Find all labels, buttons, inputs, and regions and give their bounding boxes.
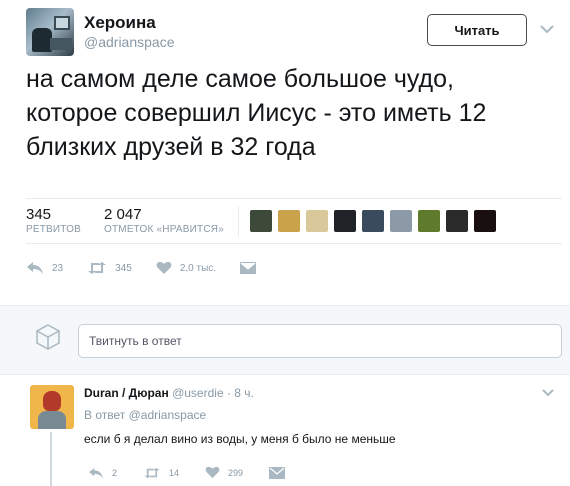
liker-avatar-3[interactable] bbox=[306, 210, 328, 232]
liker-avatar-7[interactable] bbox=[418, 210, 440, 232]
reply-retweet-count: 14 bbox=[169, 467, 180, 478]
retweet-action[interactable]: 14 bbox=[143, 467, 179, 479]
reply-author-name[interactable]: Duran / Дюран bbox=[84, 386, 169, 400]
reply-actions: 2 14 299 bbox=[88, 466, 311, 479]
retweets-count: 345 bbox=[26, 206, 52, 223]
reply-icon bbox=[89, 467, 103, 478]
chevron-down-icon[interactable] bbox=[540, 24, 554, 34]
retweets-stat[interactable]: 345 РЕТВИТОВ bbox=[26, 206, 81, 235]
tweet-actions: 23 345 2,0 тыс. bbox=[26, 258, 280, 278]
heart-icon bbox=[205, 466, 220, 479]
retweet-action[interactable]: 345 bbox=[87, 261, 132, 275]
liker-avatar-2[interactable] bbox=[278, 210, 300, 232]
liker-avatar-5[interactable] bbox=[362, 210, 384, 232]
reply-input[interactable]: Твитнуть в ответ bbox=[78, 324, 562, 358]
reply-tweet: Duran / Дюран @userdie · 8 ч. В ответ @a… bbox=[0, 376, 570, 486]
reply-count: 23 bbox=[52, 262, 64, 274]
envelope-icon bbox=[240, 262, 257, 274]
author-avatar[interactable] bbox=[26, 8, 74, 56]
retweet-icon bbox=[88, 262, 107, 274]
liker-avatar-9[interactable] bbox=[474, 210, 496, 232]
reply-action[interactable]: 2 bbox=[88, 467, 117, 479]
retweet-count: 345 bbox=[115, 262, 132, 274]
divider bbox=[26, 243, 562, 244]
reply-reply-count: 2 bbox=[112, 467, 118, 478]
retweets-label: РЕТВИТОВ bbox=[26, 224, 82, 235]
reply-text: если б я делал вино из воды, у меня б бы… bbox=[84, 432, 396, 446]
envelope-icon bbox=[269, 466, 286, 479]
liker-avatar-1[interactable] bbox=[250, 210, 272, 232]
reply-time[interactable]: · 8 ч. bbox=[227, 386, 254, 400]
in-reply-to: В ответ @adrianspace bbox=[84, 408, 206, 422]
in-reply-handle[interactable]: @adrianspace bbox=[129, 408, 207, 422]
heart-icon bbox=[156, 261, 172, 274]
reply-author-avatar[interactable] bbox=[30, 385, 74, 429]
liker-avatar-4[interactable] bbox=[334, 210, 356, 232]
liker-avatar-8[interactable] bbox=[446, 210, 468, 232]
likes-label: ОТМЕТОК «НРАВИТСЯ» bbox=[104, 224, 224, 235]
reply-header: Duran / Дюран @userdie · 8 ч. bbox=[84, 386, 254, 400]
reply-author-handle[interactable]: @userdie bbox=[172, 386, 224, 400]
reply-action[interactable]: 23 bbox=[26, 261, 63, 275]
reply-composer: Твитнуть в ответ bbox=[0, 305, 570, 375]
divider bbox=[26, 198, 562, 199]
retweet-icon bbox=[144, 467, 160, 478]
liker-avatars bbox=[250, 210, 496, 232]
like-action[interactable]: 2,0 тыс. bbox=[156, 261, 216, 275]
tweet-text: на самом деле самое большое чудо, которо… bbox=[26, 65, 487, 161]
follow-button[interactable]: Читать bbox=[427, 14, 527, 46]
chevron-down-icon[interactable] bbox=[542, 388, 554, 397]
reply-like-count: 299 bbox=[228, 467, 244, 478]
like-count: 2,0 тыс. bbox=[179, 262, 217, 274]
liker-avatar-6[interactable] bbox=[390, 210, 412, 232]
author-handle[interactable]: @adrianspace bbox=[84, 34, 175, 50]
divider bbox=[238, 206, 239, 236]
in-reply-prefix: В ответ bbox=[84, 408, 126, 422]
message-action[interactable] bbox=[269, 466, 286, 479]
likes-stat[interactable]: 2 047 ОТМЕТОК «НРАВИТСЯ» bbox=[104, 206, 224, 235]
like-action[interactable]: 299 bbox=[205, 466, 243, 479]
thread-line bbox=[50, 432, 52, 486]
main-tweet: Хероина @adrianspace Читать на самом дел… bbox=[0, 0, 570, 305]
message-action[interactable] bbox=[240, 262, 257, 274]
author-name[interactable]: Хероина bbox=[84, 13, 156, 33]
reply-icon bbox=[27, 262, 43, 274]
user-avatar-placeholder-icon bbox=[36, 324, 60, 350]
likes-count: 2 047 bbox=[104, 206, 142, 223]
